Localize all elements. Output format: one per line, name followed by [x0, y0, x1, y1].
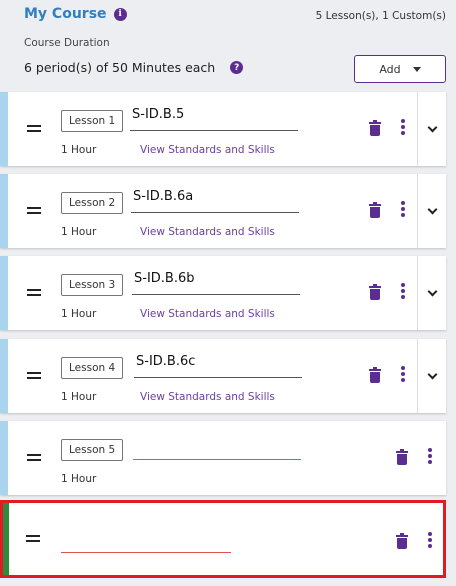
lesson-duration: 1 Hour [61, 391, 97, 403]
lesson-code-input[interactable]: S-ID.B.6a [131, 189, 299, 213]
custom-item-input[interactable] [61, 529, 231, 553]
lesson-label: Lesson 5 [61, 439, 124, 461]
lesson-label: Lesson 3 [61, 274, 124, 296]
lesson-card-4: Lesson 4 S-ID.B.6c 1 Hour View Standards… [0, 339, 446, 413]
expand-button[interactable] [417, 256, 446, 330]
kebab-menu-icon[interactable] [401, 201, 405, 217]
lesson-label: Lesson 1 [61, 110, 124, 132]
course-duration-text: 6 period(s) of 50 Minutes each [24, 60, 216, 75]
lesson-code-input[interactable]: S-ID.B.5 [130, 107, 298, 131]
drag-handle-icon[interactable] [27, 207, 41, 214]
help-icon[interactable]: ? [230, 61, 244, 74]
kebab-menu-icon[interactable] [428, 532, 432, 548]
view-standards-link[interactable]: View Standards and Skills [140, 308, 275, 320]
drag-handle-icon[interactable] [27, 125, 41, 132]
drag-handle-icon[interactable] [26, 535, 40, 542]
chevron-down-icon [427, 122, 437, 132]
lesson-code-input[interactable]: S-ID.B.6b [132, 271, 300, 295]
caret-down-icon [412, 66, 421, 72]
info-icon[interactable]: i [113, 7, 127, 21]
expand-button[interactable] [417, 174, 446, 248]
course-title: My Course i [24, 6, 127, 22]
drag-handle-icon[interactable] [27, 454, 41, 461]
lesson-card-1: Lesson 1 S-ID.B.5 1 Hour View Standards … [0, 92, 446, 166]
view-standards-link[interactable]: View Standards and Skills [140, 391, 275, 403]
course-title-text: My Course [24, 6, 107, 22]
expand-button[interactable] [417, 339, 446, 413]
lesson-label: Lesson 2 [61, 192, 124, 214]
expand-button[interactable] [417, 92, 446, 166]
lesson-summary: 5 Lesson(s), 1 Custom(s) [315, 10, 446, 22]
trash-icon[interactable] [396, 449, 408, 465]
chevron-down-icon [427, 204, 437, 214]
lesson-card-3: Lesson 3 S-ID.B.6b 1 Hour View Standards… [0, 256, 446, 330]
trash-icon[interactable] [369, 120, 381, 136]
kebab-menu-icon[interactable] [401, 119, 405, 135]
trash-icon[interactable] [396, 533, 408, 549]
lesson-card-2: Lesson 2 S-ID.B.6a 1 Hour View Standards… [0, 174, 446, 248]
course-duration-value: 6 period(s) of 50 Minutes each ? [24, 60, 244, 75]
add-button-label: Add [379, 62, 401, 76]
trash-icon[interactable] [369, 284, 381, 300]
lesson-label: Lesson 4 [61, 357, 124, 379]
trash-icon[interactable] [369, 367, 381, 383]
add-button[interactable]: Add [354, 55, 446, 83]
drag-handle-icon[interactable] [27, 372, 41, 379]
lesson-card-5: Lesson 5 1 Hour [0, 421, 446, 495]
course-duration-label: Course Duration [24, 37, 110, 49]
custom-item-card [0, 500, 446, 578]
lesson-duration: 1 Hour [61, 226, 97, 238]
view-standards-link[interactable]: View Standards and Skills [140, 144, 275, 156]
chevron-down-icon [427, 286, 437, 296]
chevron-down-icon [427, 369, 437, 379]
kebab-menu-icon[interactable] [428, 448, 432, 464]
view-standards-link[interactable]: View Standards and Skills [140, 226, 275, 238]
kebab-menu-icon[interactable] [401, 366, 405, 382]
trash-icon[interactable] [369, 202, 381, 218]
course-header: My Course i 5 Lesson(s), 1 Custom(s) Cou… [0, 0, 456, 92]
lesson-duration: 1 Hour [61, 473, 97, 485]
kebab-menu-icon[interactable] [401, 283, 405, 299]
lesson-duration: 1 Hour [61, 308, 97, 320]
custom-item-stripe [3, 503, 9, 575]
lesson-code-input[interactable]: S-ID.B.6c [134, 354, 302, 378]
lesson-code-input[interactable] [133, 436, 301, 460]
drag-handle-icon[interactable] [27, 289, 41, 296]
lesson-duration: 1 Hour [61, 144, 97, 156]
